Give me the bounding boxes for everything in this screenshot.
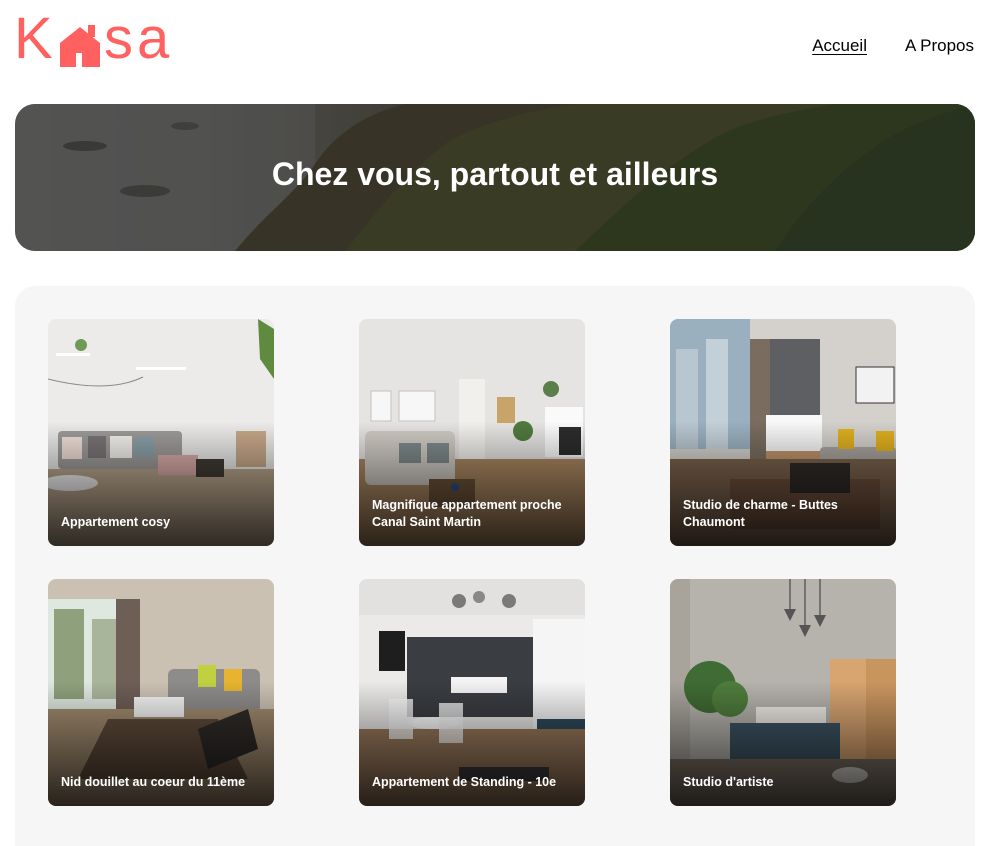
- listing-card[interactable]: Nid douillet au coeur du 11ème: [48, 579, 274, 806]
- logo-letter-k: K: [14, 6, 54, 71]
- listing-card[interactable]: Appartement cosy: [48, 319, 274, 546]
- card-gradient: [48, 579, 274, 806]
- listing-card[interactable]: Appartement de Standing - 10e: [359, 579, 585, 806]
- banner-title: Chez vous, partout et ailleurs: [271, 156, 719, 192]
- card-gradient: [359, 579, 585, 806]
- house-icon: [60, 25, 100, 67]
- listing-title: Studio d'artiste: [683, 775, 774, 790]
- hero-banner: Chez vous, partout et ailleurs: [15, 104, 975, 251]
- nav-link-accueil[interactable]: Accueil: [812, 36, 867, 56]
- listing-card[interactable]: Studio d'artiste: [670, 579, 896, 806]
- listing-title: Appartement cosy: [61, 515, 171, 530]
- listing-title: Appartement de Standing - 10e: [372, 775, 557, 790]
- card-gradient: [670, 579, 896, 806]
- listings-gallery: Appartement cosy Magnifique appartement …: [15, 286, 975, 846]
- listing-card[interactable]: Studio de charme - Buttes Chaumont: [670, 319, 896, 546]
- listing-title: Studio de charme - Buttes Chaumont: [683, 498, 838, 530]
- nav-link-a-propos[interactable]: A Propos: [905, 36, 974, 56]
- main-nav: Accueil A Propos: [812, 36, 974, 56]
- logo-letters-sa: sa: [104, 6, 174, 71]
- listing-title: Nid douillet au coeur du 11ème: [61, 775, 246, 790]
- listing-title: Magnifique appartement proche Canal Sain…: [372, 498, 562, 530]
- listing-card[interactable]: Magnifique appartement proche Canal Sain…: [359, 319, 585, 546]
- kasa-logo[interactable]: K sa: [14, 10, 174, 72]
- card-gradient: [48, 319, 274, 546]
- header: K sa Accueil A Propos: [0, 0, 984, 90]
